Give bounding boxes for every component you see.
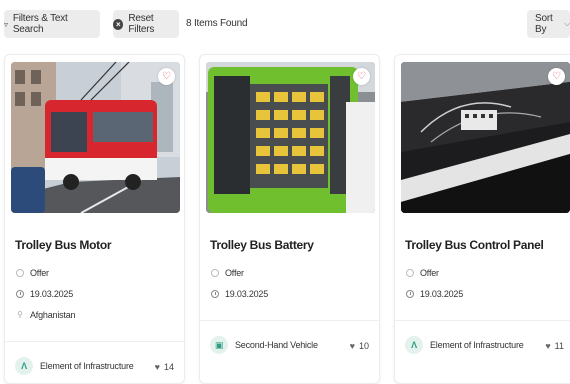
radio-circle-icon bbox=[406, 269, 414, 277]
heart-icon: ♥ bbox=[349, 341, 355, 351]
listing-date: 19.03.2025 bbox=[16, 289, 73, 299]
items-found-count: 8 Items Found bbox=[186, 18, 248, 29]
listing-date: 19.03.2025 bbox=[211, 289, 268, 299]
listing-card[interactable]: ♡ Trolley Bus Battery Offer 19.03.2025 ▣… bbox=[199, 54, 380, 384]
favorite-heart-icon[interactable]: ♡ bbox=[548, 68, 565, 85]
listing-card[interactable]: ♡ Trolley Bus Motor Offer 19.03.2025 ⚲ A… bbox=[4, 54, 185, 384]
favorite-heart-icon[interactable]: ♡ bbox=[353, 68, 370, 85]
bus-icon: ▣ bbox=[210, 336, 228, 354]
heart-icon: ♥ bbox=[545, 341, 551, 351]
likes-value: 10 bbox=[358, 341, 369, 351]
chevron-down-icon: ⌵ bbox=[564, 19, 570, 28]
listing-image[interactable]: ♡ bbox=[206, 62, 375, 213]
listing-type: Offer bbox=[16, 268, 49, 278]
listing-type-label: Offer bbox=[420, 268, 439, 278]
listing-date-label: 19.03.2025 bbox=[225, 289, 269, 299]
category-tag[interactable]: ▣ Second-Hand Vehicle bbox=[210, 336, 318, 354]
card-footer: ▣ Second-Hand Vehicle ♥ 10 bbox=[200, 320, 379, 370]
listing-type: Offer bbox=[211, 268, 244, 278]
listing-title[interactable]: Trolley Bus Battery bbox=[210, 238, 314, 252]
listing-image[interactable]: ♡ bbox=[401, 62, 570, 213]
likes-count: ♥ 10 bbox=[350, 341, 369, 351]
listing-location: ⚲ Afghanistan bbox=[16, 310, 75, 320]
category-tag[interactable]: Λ Element of Infrastructure bbox=[405, 336, 524, 354]
likes-value: 11 bbox=[554, 341, 564, 351]
toolbar: ▿ Filters & Text Search × Reset Filters … bbox=[0, 0, 570, 48]
clock-icon bbox=[16, 290, 24, 298]
radio-circle-icon bbox=[211, 269, 219, 277]
favorite-heart-icon[interactable]: ♡ bbox=[158, 68, 175, 85]
clock-icon bbox=[211, 290, 219, 298]
clock-icon bbox=[406, 290, 414, 298]
listing-location-label: Afghanistan bbox=[30, 310, 76, 320]
likes-count: ♥ 11 bbox=[545, 341, 564, 351]
filters-button[interactable]: ▿ Filters & Text Search bbox=[4, 10, 100, 38]
listing-type: Offer bbox=[406, 268, 439, 278]
category-label: Second-Hand Vehicle bbox=[235, 340, 318, 350]
listing-title[interactable]: Trolley Bus Control Panel bbox=[405, 238, 544, 252]
filters-button-label: Filters & Text Search bbox=[12, 13, 68, 35]
radio-circle-icon bbox=[16, 269, 24, 277]
map-pin-icon: ⚲ bbox=[17, 310, 23, 319]
card-footer: Λ Element of Infrastructure ♥ 11 bbox=[395, 320, 570, 370]
card-footer: Λ Element of Infrastructure ♥ 14 bbox=[5, 341, 184, 383]
funnel-icon: ▿ bbox=[4, 19, 8, 29]
listing-date-label: 19.03.2025 bbox=[30, 289, 74, 299]
listing-type-label: Offer bbox=[30, 268, 49, 278]
category-label: Element of Infrastructure bbox=[430, 340, 524, 350]
close-circle-icon: × bbox=[113, 18, 124, 30]
listing-card[interactable]: ♡ Trolley Bus Control Panel Offer 19.03.… bbox=[394, 54, 570, 384]
infrastructure-icon: Λ bbox=[15, 357, 33, 375]
reset-filters-label: Reset Filters bbox=[128, 13, 155, 35]
sort-by-dropdown[interactable]: Sort By ⌵ bbox=[527, 10, 570, 38]
infrastructure-icon: Λ bbox=[405, 336, 423, 354]
category-label: Element of Infrastructure bbox=[40, 361, 134, 371]
reset-filters-button[interactable]: × Reset Filters bbox=[113, 10, 179, 38]
listing-date: 19.03.2025 bbox=[406, 289, 463, 299]
listing-image[interactable]: ♡ bbox=[11, 62, 180, 213]
category-tag[interactable]: Λ Element of Infrastructure bbox=[15, 357, 134, 375]
listing-title[interactable]: Trolley Bus Motor bbox=[15, 238, 112, 252]
sort-by-label: Sort By bbox=[535, 13, 553, 35]
listing-type-label: Offer bbox=[225, 268, 244, 278]
listing-date-label: 19.03.2025 bbox=[420, 289, 464, 299]
